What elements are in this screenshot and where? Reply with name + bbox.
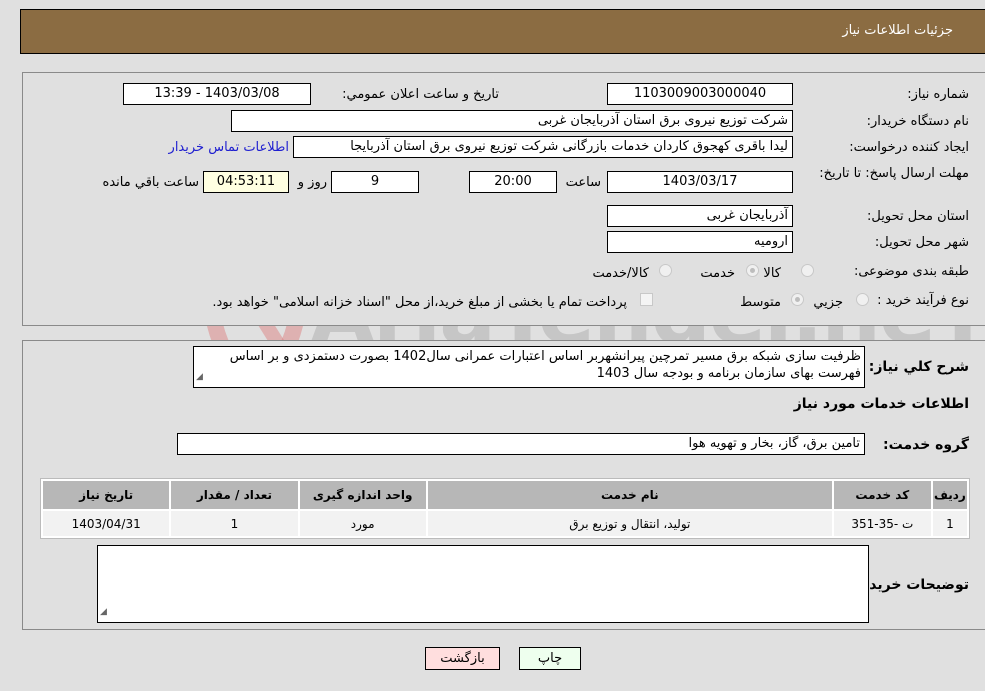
category-radio-service[interactable] <box>746 264 759 277</box>
purchase-option-medium: متوسط <box>740 295 781 310</box>
services-section-title: اطلاعات خدمات مورد نياز <box>793 396 969 412</box>
col-row-number: رديف <box>932 481 967 509</box>
need-number-field: 1103009003000040 <box>607 83 793 105</box>
col-need-date: تاريخ نياز <box>43 481 170 509</box>
deadline-time-field: 20:00 <box>469 171 557 193</box>
cell-need-date: 1403/04/31 <box>43 511 170 536</box>
description-label: شرح کلي نياز: <box>868 359 969 375</box>
col-service-code: کد خدمت <box>833 481 931 509</box>
service-group-label: گروه خدمت: <box>883 437 969 453</box>
buyer-contact-link[interactable]: اطلاعات تماس خريدار <box>169 140 289 155</box>
description-text: ظرفیت سازی شبکه برق مسیر تمرچین پیرانشهر… <box>229 349 861 381</box>
cell-row-number: 1 <box>932 511 967 536</box>
buyer-org-label: نام دستگاه خريدار: <box>866 114 969 129</box>
remaining-time-label: ساعت باقي مانده <box>102 175 199 190</box>
deadline-date-field: 1403/03/17 <box>607 171 793 193</box>
cell-unit: مورد <box>299 511 426 536</box>
category-option-goods-service: کالا/خدمت <box>592 266 649 281</box>
table-header-row: رديف کد خدمت نام خدمت واحد اندازه گيری ت… <box>43 481 967 509</box>
days-label: روز و <box>297 175 327 190</box>
cell-service-name: توليد، انتقال و توزيع برق <box>427 511 832 536</box>
print-button[interactable]: چاپ <box>519 647 581 670</box>
requester-field: لیدا باقری کهجوق کاردان خدمات بازرگانی ش… <box>293 136 793 158</box>
col-service-name: نام خدمت <box>427 481 832 509</box>
category-label: طبقه بندی موضوعی: <box>853 264 969 279</box>
deadline-time-label: ساعت <box>565 175 601 190</box>
page-title: جزئیات اطلاعات نیاز <box>842 23 953 38</box>
delivery-province-field: آذربایجان غربی <box>607 205 793 227</box>
need-number-label: شماره نیاز: <box>907 87 969 102</box>
cell-service-code: ت -35-351 <box>833 511 931 536</box>
delivery-city-label: شهر محل تحویل: <box>874 235 969 250</box>
purchase-option-minor: جزيي <box>813 295 843 310</box>
delivery-province-label: استان محل تحویل: <box>867 209 969 224</box>
deadline-label: مهلت ارسال پاسخ: تا تاريخ: <box>819 166 969 181</box>
services-panel: شرح کلي نياز: ظرفیت سازی شبکه برق مسیر ت… <box>22 340 985 630</box>
requester-label: ايجاد کننده درخواست: <box>849 140 969 155</box>
announce-datetime-field: 1403/03/08 - 13:39 <box>123 83 311 105</box>
resize-handle-icon[interactable]: ◢ <box>100 604 107 621</box>
delivery-city-field: اروميه <box>607 231 793 253</box>
announce-datetime-label: تاريخ و ساعت اعلان عمومي: <box>342 87 499 102</box>
purchase-radio-minor[interactable] <box>856 293 869 306</box>
cell-quantity: 1 <box>171 511 298 536</box>
category-option-service: خدمت <box>700 266 735 281</box>
buyer-notes-textarea[interactable]: ◢ <box>97 545 869 623</box>
remaining-days-field: 9 <box>331 171 419 193</box>
treasury-checkbox[interactable] <box>640 293 653 306</box>
description-textarea[interactable]: ظرفیت سازی شبکه برق مسیر تمرچین پیرانشهر… <box>193 346 865 388</box>
back-button[interactable]: بازگشت <box>425 647 500 670</box>
category-option-goods: کالا <box>763 266 781 281</box>
purchase-type-label: نوع فرآيند خريد : <box>877 293 969 308</box>
category-radio-goods[interactable] <box>801 264 814 277</box>
page-header: جزئیات اطلاعات نیاز <box>20 9 985 54</box>
purchase-radio-medium[interactable] <box>791 293 804 306</box>
col-quantity: تعداد / مقدار <box>171 481 298 509</box>
treasury-note: پرداخت تمام يا بخشی از مبلغ خريد،از محل … <box>212 295 627 310</box>
buyer-org-field: شرکت توزیع نیروی برق استان آذربایجان غرب… <box>231 110 793 132</box>
services-table: رديف کد خدمت نام خدمت واحد اندازه گيری ت… <box>40 478 970 539</box>
resize-handle-icon[interactable]: ◢ <box>196 369 203 386</box>
category-radio-goods-service[interactable] <box>659 264 672 277</box>
table-row: 1 ت -35-351 توليد، انتقال و توزيع برق مو… <box>43 511 967 536</box>
remaining-time-field: 04:53:11 <box>203 171 289 193</box>
col-unit: واحد اندازه گيری <box>299 481 426 509</box>
service-group-field: تامين برق، گاز، بخار و تهويه هوا <box>177 433 865 455</box>
need-details-panel: شماره نیاز: 1103009003000040 تاريخ و ساع… <box>22 72 985 326</box>
